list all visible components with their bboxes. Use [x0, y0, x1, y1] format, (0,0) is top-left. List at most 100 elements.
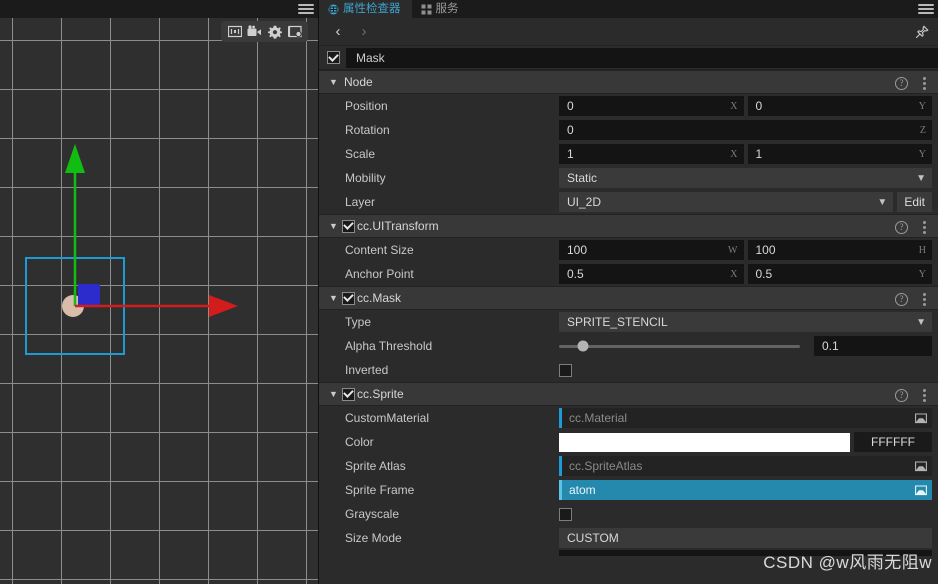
section-title-node: Node [344, 75, 373, 89]
row-content-size: Content Size 100 W 100 H [319, 238, 938, 262]
help-icon[interactable]: ? [895, 388, 908, 402]
custom-material-asset-field[interactable]: cc.Material [559, 408, 932, 428]
sprite-atlas-value: cc.SpriteAtlas [569, 459, 643, 473]
layer-select[interactable]: UI_2D ▼ [559, 192, 894, 212]
node-header-row: Mask [319, 46, 938, 70]
row-layer: Layer UI_2D ▼ Edit [319, 190, 938, 214]
more-options-icon[interactable] [919, 220, 930, 235]
chevron-down-icon: ▼ [916, 172, 926, 184]
custom-material-value: cc.Material [569, 411, 628, 425]
mask-type-value: SPRITE_STENCIL [567, 315, 668, 329]
content-size-h-value: 100 [755, 243, 776, 257]
content-size-w-input[interactable]: 100 W [559, 240, 744, 260]
position-x-input[interactable]: 0 X [559, 96, 744, 116]
asset-picker-icon[interactable] [914, 460, 927, 473]
position-x-axis-label: X [730, 100, 738, 112]
sprite-enabled-checkbox[interactable] [342, 387, 355, 401]
more-options-icon[interactable] [919, 292, 930, 307]
section-header-mask[interactable]: ▼ cc.Mask ? [319, 286, 938, 310]
row-rotation: Rotation 0 Z [319, 118, 938, 142]
hamburger-menu-icon[interactable] [298, 2, 314, 16]
position-x-value: 0 [567, 99, 574, 113]
row-sprite-frame: Sprite Frame atom [319, 478, 938, 502]
section-header-actions: ? [895, 71, 930, 95]
row-color-label: Color [345, 435, 374, 449]
scale-x-axis-label: X [730, 148, 738, 160]
color-hex-input[interactable]: FFFFFF [854, 432, 932, 452]
chevron-down-icon: ▼ [329, 293, 338, 303]
anchor-x-input[interactable]: 0.5 X [559, 264, 744, 284]
row-custom-material-label: CustomMaterial [345, 411, 430, 425]
row-sprite-atlas-label: Sprite Atlas [345, 459, 406, 473]
scene-viewport-panel [0, 0, 318, 584]
scale-y-value: 1 [755, 147, 763, 161]
help-icon[interactable]: ? [895, 76, 908, 90]
more-options-icon[interactable] [919, 76, 930, 91]
nav-forward-button[interactable]: › [351, 20, 377, 44]
row-size-mode-label: Size Mode [345, 531, 402, 545]
anchor-y-input[interactable]: 0.5 Y [747, 264, 932, 284]
grid-settings-icon[interactable] [286, 23, 303, 40]
layer-edit-button[interactable]: Edit [897, 192, 932, 212]
row-grayscale-label: Grayscale [345, 507, 400, 521]
nav-back-button[interactable]: ‹ [325, 20, 351, 44]
gear-icon[interactable] [266, 23, 283, 40]
size-mode-select[interactable]: CUSTOM [559, 528, 932, 548]
chevron-down-icon: ▼ [329, 221, 338, 231]
scale-x-input[interactable]: 1 X [559, 144, 744, 164]
rotation-z-value: 0 [567, 123, 574, 137]
tab-services-label: 服务 [435, 3, 459, 15]
position-y-input[interactable]: 0 Y [747, 96, 932, 116]
gizmo-scale-icon[interactable] [226, 23, 243, 40]
inspector-tabstrip: 属性检查器 服务 [319, 0, 938, 18]
sprite-atlas-asset-field[interactable]: cc.SpriteAtlas [559, 456, 932, 476]
slider-knob[interactable] [577, 340, 589, 352]
row-mask-type-label: Type [345, 315, 372, 329]
asset-picker-icon[interactable] [914, 412, 927, 425]
asset-picker-icon[interactable] [914, 484, 927, 497]
inverted-checkbox[interactable] [559, 363, 572, 377]
section-header-node[interactable]: ▼ Node ? [319, 70, 938, 94]
mobility-select[interactable]: Static ▼ [559, 168, 932, 188]
alpha-threshold-slider[interactable] [559, 336, 810, 356]
mobility-value: Static [567, 171, 598, 185]
position-y-value: 0 [755, 99, 763, 113]
anchor-x-axis-label: X [730, 268, 738, 280]
help-icon[interactable]: ? [895, 220, 908, 234]
section-header-sprite[interactable]: ▼ cc.Sprite ? [319, 382, 938, 406]
sprite-frame-asset-field[interactable]: atom [559, 480, 932, 500]
pin-icon[interactable] [913, 23, 931, 41]
tabstrip-menu-icon[interactable] [918, 2, 934, 16]
chevron-down-icon: ▼ [916, 316, 926, 328]
row-inverted: Inverted [319, 358, 938, 382]
camera-icon[interactable] [246, 23, 263, 40]
tab-inspector[interactable]: 属性检查器 [319, 0, 412, 18]
section-header-actions: ? [895, 287, 930, 311]
anchor-y-value: 0.5 [755, 267, 773, 281]
anchor-x-value: 0.5 [567, 267, 584, 281]
section-header-uitransform[interactable]: ▼ cc.UITransform ? [319, 214, 938, 238]
color-swatch[interactable] [559, 432, 850, 452]
content-size-w-axis-label: W [728, 244, 738, 256]
scale-y-input[interactable]: 1 Y [747, 144, 932, 164]
node-name-field[interactable]: Mask [346, 47, 938, 68]
row-grayscale: Grayscale [319, 502, 938, 526]
uitransform-enabled-checkbox[interactable] [342, 219, 355, 233]
mask-type-select[interactable]: SPRITE_STENCIL ▼ [559, 312, 932, 332]
sprite-square-shape [78, 284, 100, 307]
grayscale-checkbox[interactable] [559, 507, 572, 521]
help-icon[interactable]: ? [895, 292, 908, 306]
tab-services[interactable]: 服务 [412, 0, 470, 18]
row-position: Position 0 X 0 Y [319, 94, 938, 118]
row-layer-label: Layer [345, 195, 376, 209]
content-size-h-input[interactable]: 100 H [747, 240, 932, 260]
row-mobility-label: Mobility [345, 171, 386, 185]
rotation-z-input[interactable]: 0 Z [559, 120, 932, 140]
services-icon [421, 4, 432, 15]
row-sprite-atlas: Sprite Atlas cc.SpriteAtlas [319, 454, 938, 478]
more-options-icon[interactable] [919, 388, 930, 403]
mask-enabled-checkbox[interactable] [342, 291, 355, 305]
node-enabled-checkbox[interactable] [327, 51, 340, 64]
alpha-threshold-input[interactable]: 0.1 [814, 336, 932, 356]
row-custom-material: CustomMaterial cc.Material [319, 406, 938, 430]
